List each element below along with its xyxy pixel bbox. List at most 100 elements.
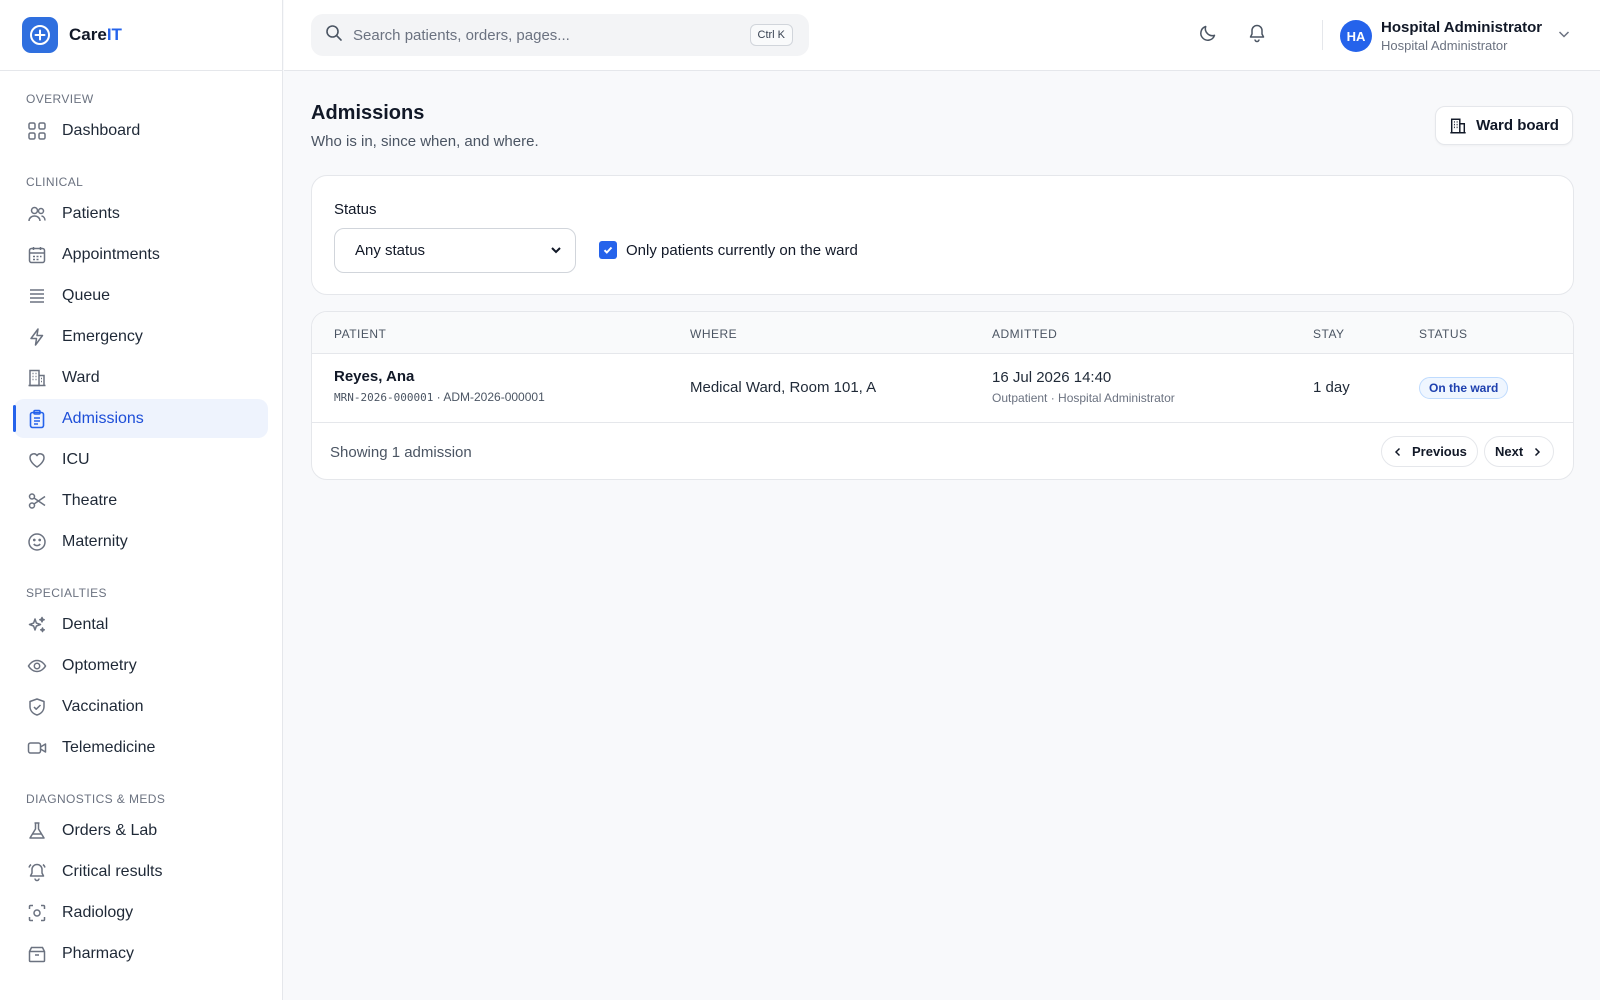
search-input[interactable] bbox=[353, 26, 723, 44]
notifications-button[interactable] bbox=[1242, 20, 1272, 50]
admissions-table: PATIENT WHERE ADMITTED STAY STATUS Reyes… bbox=[311, 311, 1574, 480]
column-header-stay[interactable]: STAY bbox=[1313, 327, 1345, 341]
sidebar-item-patients[interactable]: Patients bbox=[14, 194, 268, 233]
chevron-left-icon bbox=[1392, 446, 1404, 458]
sidebar: CareIT OVERVIEW Dashboard CLINICAL Patie… bbox=[0, 0, 283, 1000]
sparkles-icon bbox=[26, 614, 48, 636]
sidebar-item-pharmacy[interactable]: Pharmacy bbox=[14, 934, 268, 973]
sidebar-item-label: Admissions bbox=[62, 409, 144, 427]
shield-check-icon bbox=[26, 696, 48, 718]
sidebar-item-label: Queue bbox=[62, 286, 111, 304]
building-icon bbox=[26, 367, 48, 389]
patient-ids: MRN-2026-000001 · ADM-2026-000001 bbox=[334, 390, 545, 404]
user-menu[interactable]: HA Hospital Administrator Hospital Admin… bbox=[1340, 16, 1572, 56]
sidebar-item-dental[interactable]: Dental bbox=[14, 605, 268, 644]
brand[interactable]: CareIT bbox=[0, 0, 282, 71]
user-role: Hospital Administrator bbox=[1381, 37, 1508, 53]
sidebar-item-vaccination[interactable]: Vaccination bbox=[14, 687, 268, 726]
on-ward-checkbox[interactable]: Only patients currently on the ward bbox=[599, 241, 858, 259]
page-subtitle: Who is in, since when, and where. bbox=[311, 133, 539, 150]
brand-name: CareIT bbox=[69, 25, 122, 44]
patient-location: Medical Ward, Room 101, A bbox=[690, 379, 877, 396]
sidebar-item-icu[interactable]: ICU bbox=[14, 440, 268, 479]
search-box[interactable]: Ctrl K bbox=[311, 14, 809, 56]
sidebar-item-admissions[interactable]: Admissions bbox=[13, 399, 268, 438]
flask-icon bbox=[26, 820, 48, 842]
sidebar-item-theatre[interactable]: Theatre bbox=[14, 481, 268, 520]
sidebar-item-appointments[interactable]: Appointments bbox=[14, 235, 268, 274]
sidebar-item-label: Optometry bbox=[62, 656, 137, 674]
bell-icon bbox=[1247, 23, 1267, 48]
nav-section-title: OVERVIEW bbox=[26, 92, 94, 106]
scissors-icon bbox=[26, 490, 48, 512]
sidebar-item-label: Vaccination bbox=[62, 697, 144, 715]
sidebar-item-label: Critical results bbox=[62, 862, 163, 880]
filter-card: Status Any status Only patients currentl… bbox=[311, 175, 1574, 295]
smile-icon bbox=[26, 531, 48, 553]
sidebar-item-label: Emergency bbox=[62, 327, 143, 345]
previous-page-button[interactable]: Previous bbox=[1381, 436, 1478, 467]
sidebar-item-label: Radiology bbox=[62, 903, 134, 921]
chevron-down-icon bbox=[549, 243, 563, 261]
lightning-icon bbox=[26, 326, 48, 348]
chevron-right-icon bbox=[1531, 446, 1543, 458]
checkbox-label: Only patients currently on the ward bbox=[626, 241, 858, 259]
sidebar-item-maternity[interactable]: Maternity bbox=[14, 522, 268, 561]
status-filter-label: Status bbox=[334, 201, 377, 218]
table-row[interactable]: Reyes, Ana MRN-2026-000001 · ADM-2026-00… bbox=[312, 354, 1573, 423]
sidebar-item-label: Maternity bbox=[62, 532, 128, 550]
sidebar-item-critical-results[interactable]: Critical results bbox=[14, 852, 268, 891]
header-divider bbox=[1322, 20, 1323, 50]
heart-icon bbox=[26, 449, 48, 471]
admitted-date: 16 Jul 2026 14:40 bbox=[992, 369, 1112, 386]
previous-label: Previous bbox=[1412, 444, 1467, 459]
search-icon bbox=[325, 24, 343, 47]
column-header-patient[interactable]: PATIENT bbox=[334, 327, 386, 341]
next-page-button[interactable]: Next bbox=[1484, 436, 1555, 467]
sidebar-item-telemedicine[interactable]: Telemedicine bbox=[14, 728, 268, 767]
sidebar-item-emergency[interactable]: Emergency bbox=[14, 317, 268, 356]
sidebar-item-label: Pharmacy bbox=[62, 944, 135, 962]
column-header-admitted[interactable]: ADMITTED bbox=[992, 327, 1057, 341]
nav-section-title: CLINICAL bbox=[26, 175, 84, 189]
sidebar-item-radiology[interactable]: Radiology bbox=[14, 893, 268, 932]
sidebar-item-optometry[interactable]: Optometry bbox=[14, 646, 268, 685]
sidebar-item-label: Dental bbox=[62, 615, 109, 633]
next-label: Next bbox=[1495, 444, 1524, 459]
patient-name[interactable]: Reyes, Ana bbox=[334, 368, 545, 385]
nav-section-title: SPECIALTIES bbox=[26, 586, 107, 600]
sidebar-item-dashboard[interactable]: Dashboard bbox=[14, 111, 268, 150]
stay-duration: 1 day bbox=[1313, 379, 1350, 396]
page-title: Admissions bbox=[311, 102, 425, 124]
plus-circle-icon bbox=[22, 17, 58, 53]
sidebar-item-label: ICU bbox=[62, 450, 90, 468]
theme-toggle-button[interactable] bbox=[1193, 20, 1223, 50]
sidebar-item-label: Orders & Lab bbox=[62, 821, 158, 839]
avatar: HA bbox=[1340, 20, 1372, 52]
sidebar-item-queue[interactable]: Queue bbox=[14, 276, 268, 315]
sidebar-item-label: Patients bbox=[62, 204, 120, 222]
sidebar-item-label: Telemedicine bbox=[62, 738, 156, 756]
user-name: Hospital Administrator bbox=[1381, 18, 1543, 36]
column-header-status[interactable]: STATUS bbox=[1419, 327, 1468, 341]
scan-icon bbox=[26, 902, 48, 924]
column-header-where[interactable]: WHERE bbox=[690, 327, 737, 341]
pill-box-icon bbox=[26, 943, 48, 965]
video-icon bbox=[26, 737, 48, 759]
users-icon bbox=[26, 203, 48, 225]
sidebar-nav: OVERVIEW Dashboard CLINICAL Patients App… bbox=[0, 71, 282, 973]
sidebar-item-label: Ward bbox=[62, 368, 100, 386]
pagination-summary: Showing 1 admission bbox=[330, 444, 472, 461]
building-icon bbox=[1449, 117, 1467, 135]
status-select[interactable]: Any status bbox=[334, 228, 576, 273]
clipboard-icon bbox=[26, 408, 48, 430]
table-header: PATIENT WHERE ADMITTED STAY STATUS bbox=[312, 312, 1573, 354]
sidebar-item-ward[interactable]: Ward bbox=[14, 358, 268, 397]
checkbox-checked[interactable] bbox=[599, 241, 617, 259]
sidebar-item-orders-lab[interactable]: Orders & Lab bbox=[14, 811, 268, 850]
sidebar-item-label: Theatre bbox=[62, 491, 118, 509]
patient-mrn: MRN-2026-000001 bbox=[334, 391, 434, 404]
sidebar-item-label: Appointments bbox=[62, 245, 160, 263]
status-select-value: Any status bbox=[355, 242, 426, 259]
ward-board-button[interactable]: Ward board bbox=[1435, 106, 1573, 145]
